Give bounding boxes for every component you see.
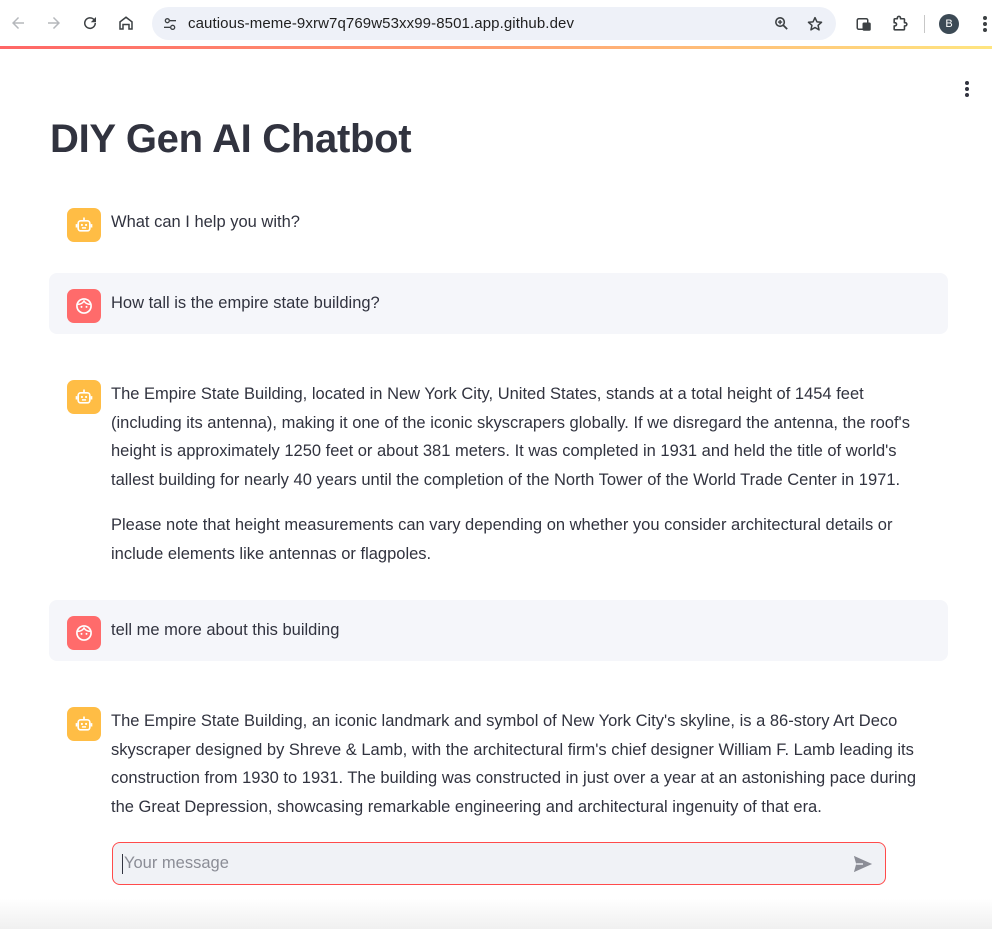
message-content: What can I help you with? xyxy=(111,208,930,237)
address-bar-actions xyxy=(768,7,828,40)
bottom-shadow xyxy=(0,899,992,929)
bot-avatar xyxy=(67,380,101,414)
menu-dot xyxy=(965,81,969,85)
chat-message-assistant: The Empire State Building, located in Ne… xyxy=(49,364,948,584)
address-bar[interactable]: cautious-meme-9xrw7q769w53xx99-8501.app.… xyxy=(152,7,836,40)
reload-icon xyxy=(84,17,97,30)
user-avatar xyxy=(67,289,101,323)
bot-avatar xyxy=(67,707,101,741)
message-content: tell me more about this building xyxy=(111,616,930,645)
message-paragraph: How tall is the empire state building? xyxy=(111,294,380,312)
message-content: The Empire State Building, an iconic lan… xyxy=(111,707,930,821)
forward-button[interactable] xyxy=(36,5,72,41)
user-avatar xyxy=(67,616,101,650)
tune-icon xyxy=(164,17,176,30)
chat-message-user: How tall is the empire state building? xyxy=(49,273,948,334)
home-button[interactable] xyxy=(108,5,144,41)
chat-message-user: tell me more about this building xyxy=(49,600,948,661)
puzzle-icon xyxy=(892,15,908,31)
message-paragraph: What can I help you with? xyxy=(111,213,300,231)
send-button[interactable] xyxy=(851,853,875,875)
robot-icon xyxy=(75,716,93,731)
puzzle-badge-icon xyxy=(856,17,871,31)
text-caret xyxy=(122,853,123,874)
bot-avatar xyxy=(67,208,101,242)
avatar: B xyxy=(939,13,959,34)
reload-button[interactable] xyxy=(72,5,108,41)
browser-menu-button[interactable] xyxy=(967,7,992,40)
star-icon[interactable] xyxy=(802,11,828,37)
zoom-in-icon[interactable] xyxy=(768,11,794,37)
message-content: The Empire State Building, located in Ne… xyxy=(111,380,930,568)
browser-toolbar: cautious-meme-9xrw7q769w53xx99-8501.app.… xyxy=(0,0,992,46)
face-icon xyxy=(76,625,92,641)
app-main: DIY Gen AI Chatbot What can I help you w… xyxy=(0,49,992,929)
message-paragraph: The Empire State Building, an iconic lan… xyxy=(111,712,917,816)
send-icon xyxy=(853,855,873,873)
more-vertical-icon xyxy=(983,15,987,32)
browser-toolbar-right: B xyxy=(846,7,992,40)
message-paragraph: Please note that height measurements can… xyxy=(111,516,893,563)
menu-dot xyxy=(965,87,969,91)
extensions-button[interactable] xyxy=(882,7,918,40)
back-button[interactable] xyxy=(0,5,36,41)
arrow-left-icon xyxy=(12,17,24,29)
robot-icon xyxy=(75,217,93,232)
message-content: How tall is the empire state building? xyxy=(111,289,930,318)
profile-button[interactable]: B xyxy=(931,7,967,40)
site-info-button[interactable] xyxy=(152,7,188,40)
robot-icon xyxy=(75,389,93,404)
url-text[interactable]: cautious-meme-9xrw7q769w53xx99-8501.app.… xyxy=(188,15,574,32)
arrow-right-icon xyxy=(48,17,60,29)
extension-button[interactable] xyxy=(846,7,882,40)
face-icon xyxy=(76,298,92,314)
chat-input[interactable] xyxy=(124,854,824,873)
menu-dot xyxy=(965,93,969,97)
toolbar-divider xyxy=(924,14,925,33)
page-title: DIY Gen AI Chatbot xyxy=(50,117,412,161)
message-paragraph: tell me more about this building xyxy=(111,621,340,639)
chat-input-container[interactable] xyxy=(112,842,886,885)
home-icon xyxy=(119,16,133,30)
chat-message-assistant: The Empire State Building, an iconic lan… xyxy=(49,691,948,837)
chat-message-assistant: What can I help you with? xyxy=(49,192,948,253)
message-paragraph: The Empire State Building, located in Ne… xyxy=(111,385,910,489)
app-menu-button[interactable] xyxy=(960,79,974,99)
